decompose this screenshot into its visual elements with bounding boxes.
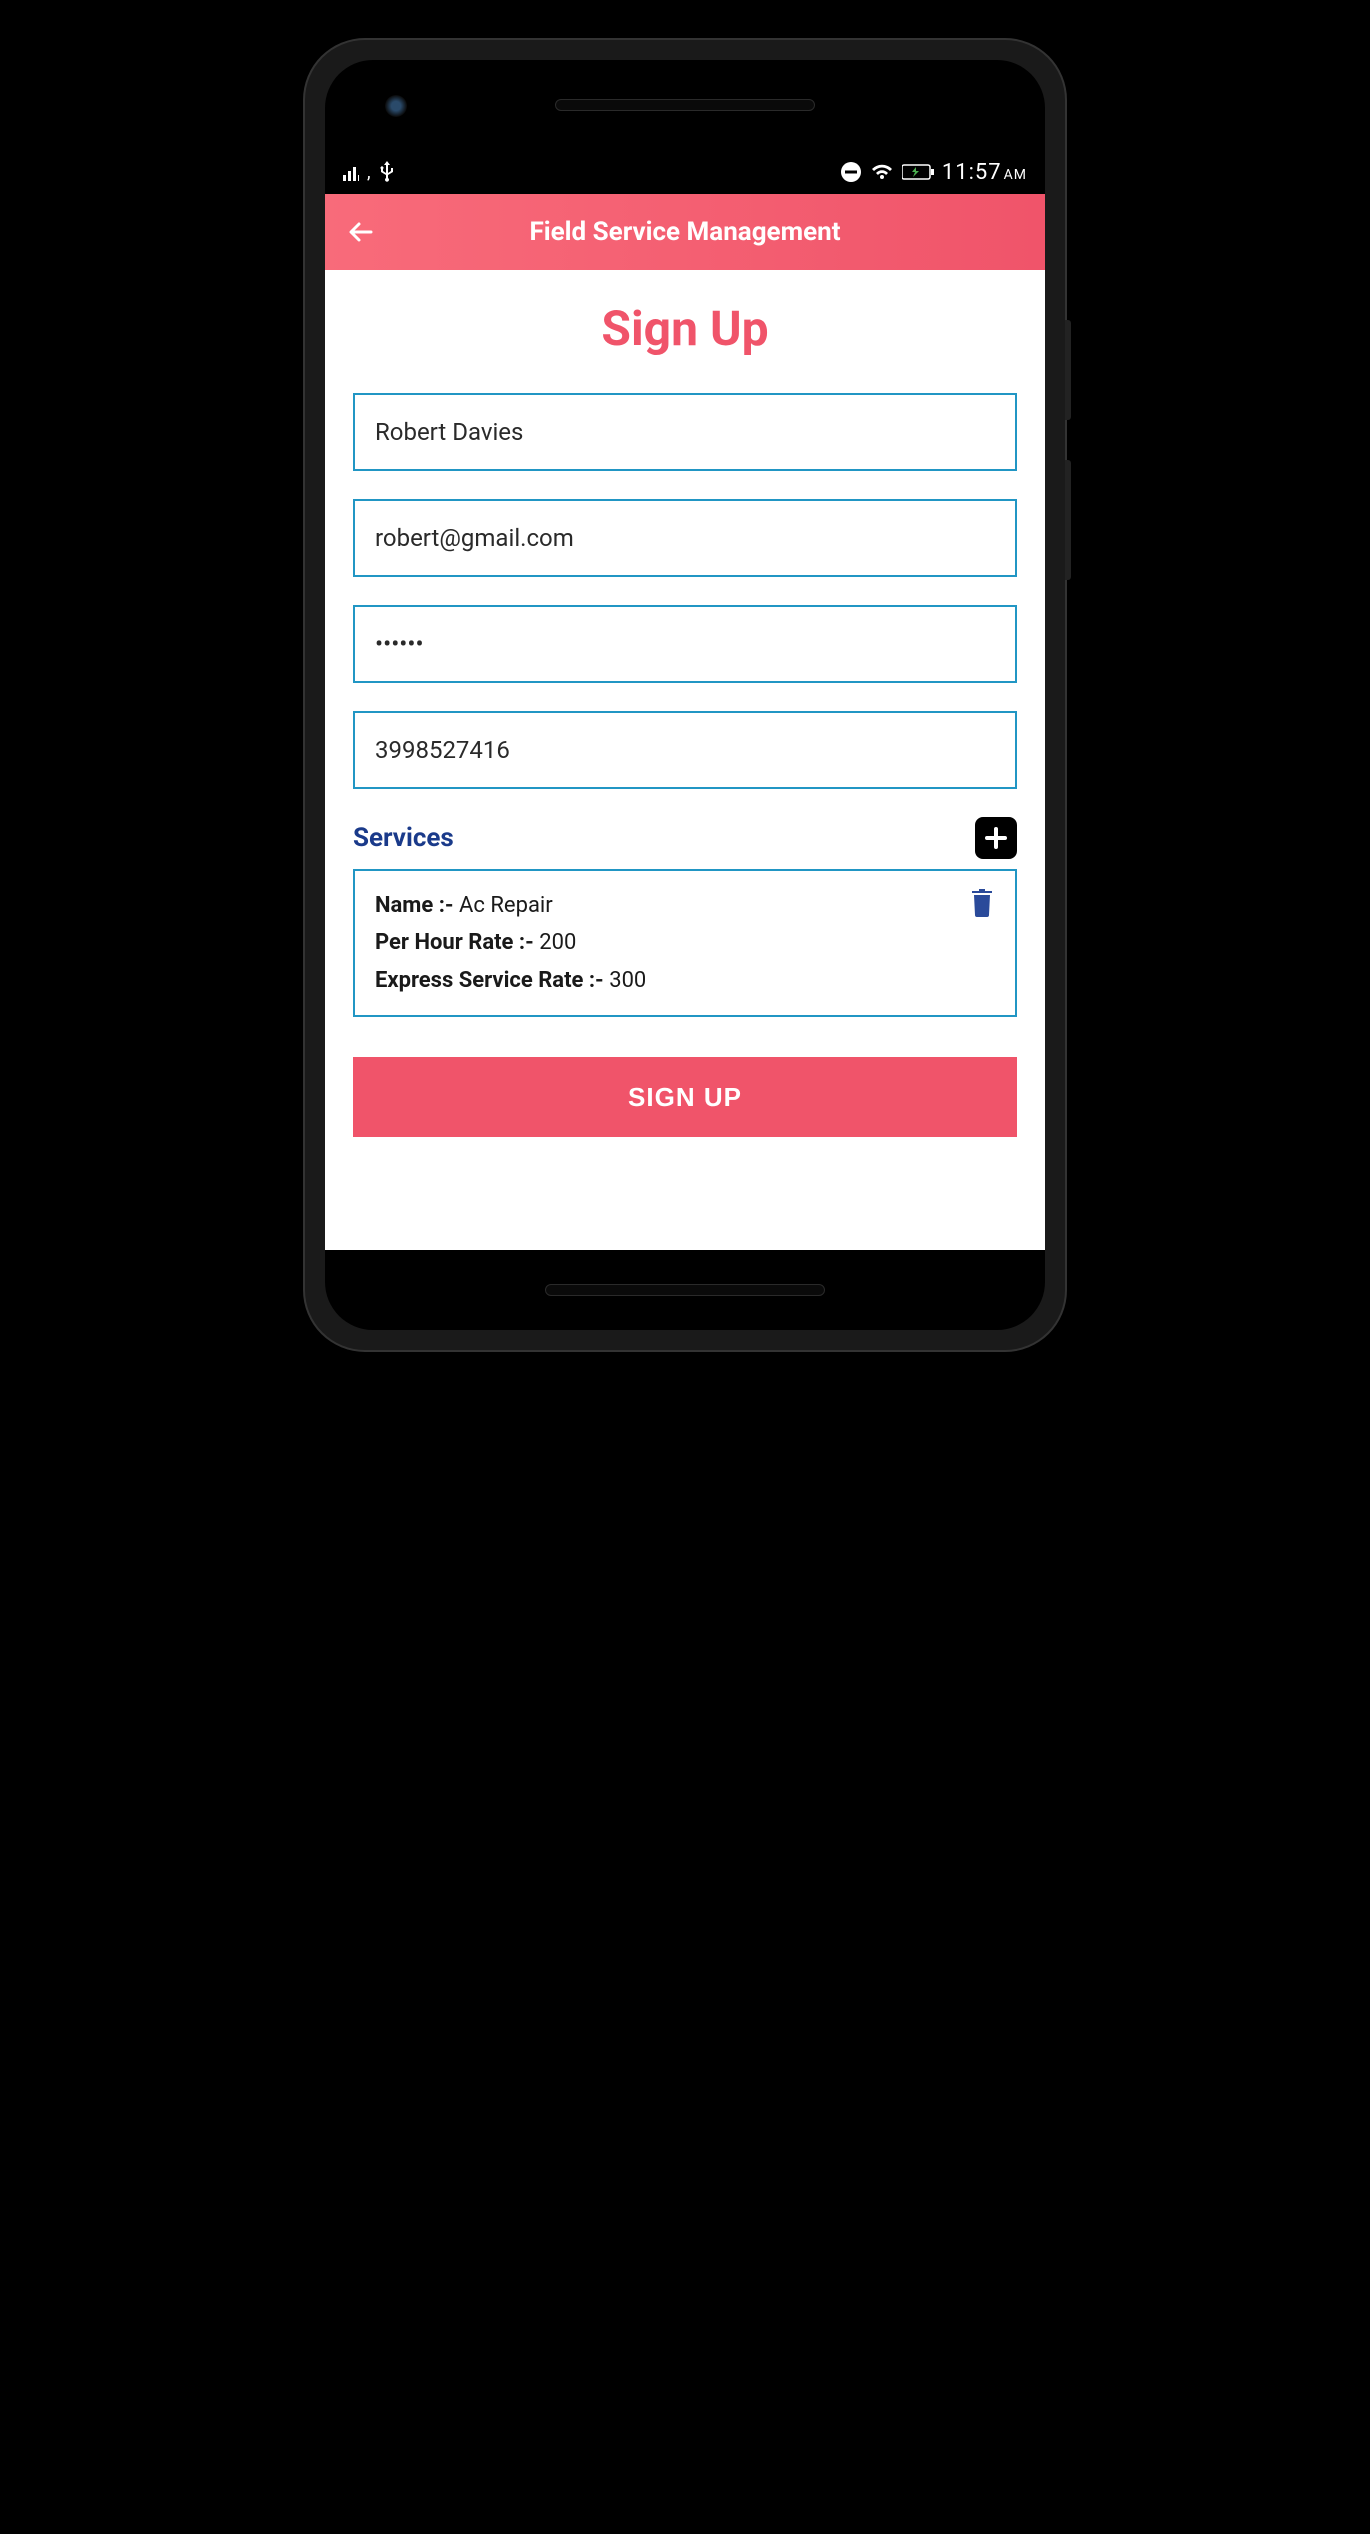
status-time: 11:57AM	[942, 160, 1027, 185]
time-value: 11:57	[942, 160, 1002, 185]
phone-bottom-bezel	[325, 1250, 1045, 1330]
service-name-value: Ac Repair	[459, 893, 553, 918]
status-right: 11:57AM	[840, 160, 1027, 185]
password-input[interactable]	[353, 605, 1017, 683]
app-bar: Field Service Management	[325, 194, 1045, 270]
plus-icon	[983, 825, 1009, 851]
status-bar: , 11:57AM	[325, 150, 1045, 194]
add-service-button[interactable]	[975, 817, 1017, 859]
content-area: Sign Up Services Name :- Ac Repair	[325, 270, 1045, 1250]
camera-dot	[385, 95, 407, 117]
app-title: Field Service Management	[341, 217, 1029, 247]
service-name-row: Name :- Ac Repair	[375, 887, 995, 924]
service-rate-value: 200	[539, 930, 576, 955]
status-comma: ,	[367, 162, 371, 183]
do-not-disturb-icon	[840, 161, 862, 183]
phone-top-bezel	[325, 60, 1045, 150]
service-card: Name :- Ac Repair Per Hour Rate :- 200 E…	[353, 869, 1017, 1017]
bottom-speaker	[545, 1284, 825, 1296]
phone-input[interactable]	[353, 711, 1017, 789]
service-rate-label: Per Hour Rate :-	[375, 930, 539, 955]
usb-icon	[379, 161, 395, 183]
page-title: Sign Up	[353, 300, 1017, 357]
service-express-value: 300	[609, 968, 646, 993]
email-input[interactable]	[353, 499, 1017, 577]
earpiece-speaker	[555, 99, 815, 111]
phone-side-button	[1065, 320, 1071, 420]
signal-icon	[343, 163, 363, 181]
=: Per Hour Rate :- 200	[375, 924, 995, 961]
delete-service-button[interactable]	[969, 887, 995, 921]
trash-icon	[969, 887, 995, 917]
battery-charging-icon	[902, 164, 934, 180]
status-left: ,	[343, 161, 395, 183]
services-header-row: Services	[353, 817, 1017, 859]
services-label: Services	[353, 823, 454, 853]
time-ampm: AM	[1004, 167, 1027, 183]
phone-frame: , 11:57AM	[305, 40, 1065, 1350]
service-express-label: Express Service Rate :-	[375, 968, 609, 993]
name-input[interactable]	[353, 393, 1017, 471]
service-name-label: Name :-	[375, 893, 459, 918]
phone-inner: , 11:57AM	[325, 60, 1045, 1330]
wifi-icon	[870, 163, 894, 181]
service-express-row: Express Service Rate :- 300	[375, 962, 995, 999]
phone-side-button	[1065, 460, 1071, 580]
signup-button[interactable]: SIGN UP	[353, 1057, 1017, 1137]
